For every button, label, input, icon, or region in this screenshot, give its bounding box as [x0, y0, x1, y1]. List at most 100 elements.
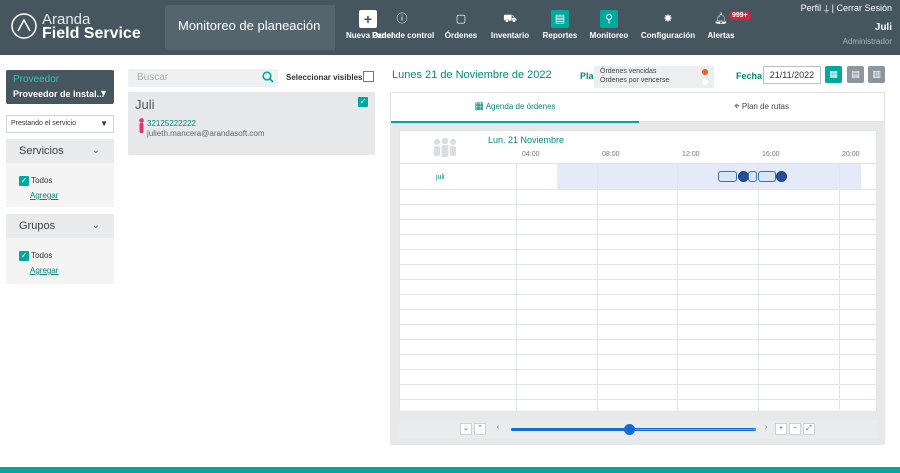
timeline-controls: ⌄ ⌃ ‹ › + − ⤢ [399, 420, 877, 439]
cart-icon: ⛟ [503, 13, 517, 25]
grid-hline [400, 234, 876, 235]
page-title: Monitoreo de planeación [178, 18, 321, 33]
checkbox-checked-icon[interactable]: ✓ [19, 251, 29, 261]
grid-hline [400, 339, 876, 340]
monitor-icon: ⚲ [600, 10, 618, 28]
grid-vline [839, 163, 840, 411]
checkbox-checked-icon[interactable]: ✓ [19, 176, 29, 186]
map-pin-icon: ⌖ [733, 101, 740, 112]
logout-link[interactable]: Cerrar Sesión [836, 3, 892, 13]
nav-inventario[interactable]: ⛟ Inventario [486, 4, 534, 52]
groups-header[interactable]: Grupos ⌄ [6, 214, 114, 238]
select-visible-checkbox[interactable] [363, 71, 374, 82]
legend-due-soon: Órdenes por vencerse [600, 77, 670, 84]
chevron-down-icon: ⌄ [91, 220, 100, 231]
people-icon [434, 137, 456, 157]
nav-panel-control[interactable]: ⓘ Panel de control [372, 4, 434, 52]
calendar-day-icon: ▦ [829, 69, 838, 79]
tabs: ▦ Agenda de órdenes ⌖ Plan de rutas [390, 92, 885, 123]
person-icon [139, 118, 144, 133]
state-value: Prestando el servicio [11, 120, 76, 127]
search-icon[interactable] [262, 71, 274, 83]
order-event[interactable] [758, 171, 776, 182]
legend-overdue-dot [702, 69, 708, 75]
zoom-slider-track [635, 429, 756, 430]
state-selector[interactable]: Prestando el servicio ▼ [6, 115, 114, 133]
legend-due-soon-dot [702, 79, 708, 85]
grid-hline [400, 384, 876, 385]
footer-bar [0, 467, 900, 473]
search-input[interactable]: Buscar [128, 69, 278, 87]
bell-icon: 🔔︎ [714, 13, 728, 25]
info-icon: ⓘ [396, 13, 408, 25]
checkbox-checked-icon[interactable]: ✓ [358, 97, 368, 107]
groups-all-label: Todos [31, 251, 53, 261]
tick-1600: 16:00 [762, 151, 780, 158]
date-input[interactable]: 21/11/2022 [763, 66, 821, 84]
grid-hline [400, 324, 876, 325]
order-event[interactable] [748, 171, 757, 182]
schedule-panel: ▦ Agenda de órdenes ⌖ Plan de rutas Lun.… [390, 92, 885, 445]
groups-group: Grupos ⌄ ✓ Todos Agregar [6, 214, 114, 284]
provider-selector[interactable]: Proveedor Proveedor de Instal... ▼ [6, 70, 114, 104]
week-view-button[interactable]: ▤ [847, 66, 864, 83]
services-title: Servicios [19, 145, 64, 157]
grid-date: Lun. 21 Noviembre [488, 135, 565, 145]
calendar-icon: ▦ [474, 101, 484, 112]
select-visible-label: Seleccionar visibles [286, 73, 363, 82]
nav-ordenes[interactable]: ▢ Órdenes [440, 4, 482, 52]
day-view-button[interactable]: ▦ [825, 66, 842, 83]
month-view-button[interactable]: ▥ [868, 66, 885, 83]
alerts-badge: 999+ [729, 11, 751, 20]
row-highlight [557, 163, 861, 189]
grid-hline [400, 219, 876, 220]
services-group: Servicios ⌄ ✓ Todos Agregar [6, 139, 114, 207]
order-event[interactable] [776, 171, 787, 182]
chevron-right-icon[interactable]: › [760, 423, 772, 435]
provider-value: Proveedor de Instal... [13, 89, 105, 99]
grid-hline [400, 279, 876, 280]
chevron-down-icon[interactable]: ⌄ [460, 423, 472, 435]
zoom-out-icon[interactable]: − [789, 423, 801, 435]
tick-0800: 08:00 [602, 151, 620, 158]
grid-vline [677, 163, 678, 411]
chevron-up-icon[interactable]: ⌃ [474, 423, 486, 435]
nav-reportes[interactable]: ▤ Reportes [539, 4, 581, 52]
technician-name: Juli [135, 97, 155, 112]
tab-agenda[interactable]: ▦ Agenda de órdenes [391, 93, 639, 123]
grid-hline [400, 163, 876, 164]
calendar-month-icon: ▥ [872, 69, 881, 79]
calendar-week-icon: ▤ [851, 69, 860, 79]
groups-title: Grupos [19, 220, 56, 232]
grid-vline [516, 163, 517, 411]
top-bar: Aranda Field Service Monitoreo de planea… [0, 0, 900, 55]
tab-route-plan[interactable]: ⌖ Plan de rutas [639, 93, 884, 123]
nav-configuracion[interactable]: ✸ Configuración [638, 4, 698, 52]
tick-0400: 04:00 [522, 151, 540, 158]
nav-monitoreo[interactable]: ⚲ Monitoreo [586, 4, 632, 52]
grid-vline [758, 163, 759, 411]
profile-link[interactable]: Perfil [801, 3, 822, 13]
groups-add-link[interactable]: Agregar [30, 266, 58, 275]
grid-hline [400, 189, 876, 190]
order-event[interactable] [718, 171, 737, 182]
provider-label: Proveedor [13, 74, 60, 85]
tick-1200: 12:00 [682, 151, 700, 158]
zoom-in-icon[interactable]: + [775, 423, 787, 435]
list-item[interactable]: Juli ✓ 32125222222 julieth.mancera@arand… [128, 92, 375, 155]
separator: | [831, 3, 834, 13]
zoom-slider-handle[interactable] [624, 424, 635, 435]
profile-person-icon: ⍊ [823, 3, 832, 13]
grid-hline [400, 204, 876, 205]
plan-label: Pla [580, 71, 594, 81]
services-add-link[interactable]: Agregar [30, 191, 58, 200]
services-header[interactable]: Servicios ⌄ [6, 139, 114, 163]
groups-all[interactable]: ✓ Todos [19, 251, 52, 261]
services-all[interactable]: ✓ Todos [19, 176, 52, 186]
report-icon: ▤ [551, 10, 569, 28]
search-placeholder: Buscar [137, 72, 169, 83]
chevron-left-icon[interactable]: ‹ [492, 423, 504, 435]
expand-icon[interactable]: ⤢ [803, 423, 815, 435]
gear-icon: ✸ [663, 13, 673, 25]
grid-hline [400, 369, 876, 370]
